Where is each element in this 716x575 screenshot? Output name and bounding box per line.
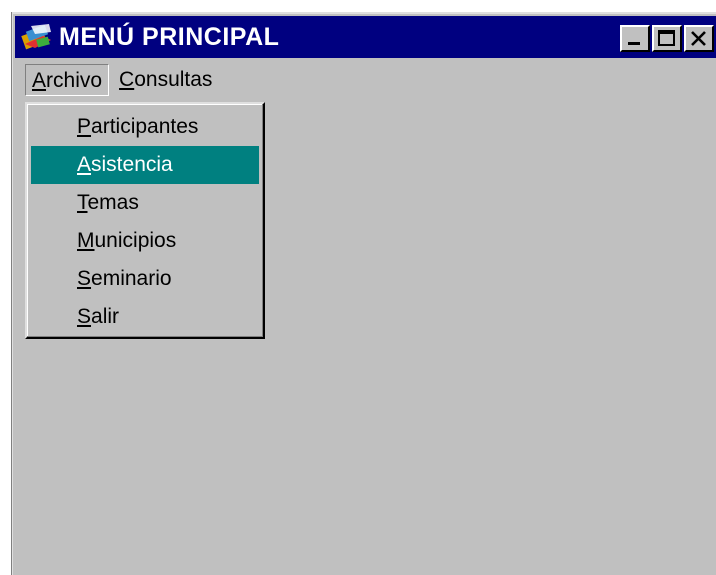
menu-item-label: alir (91, 305, 120, 328)
minimize-button[interactable] (620, 25, 650, 52)
menu-bar: Archivo Consultas (25, 60, 222, 100)
menu-item-accel: P (77, 115, 92, 138)
menu-item-label: eminario (91, 267, 172, 290)
maximize-icon (658, 30, 675, 46)
minimize-icon (628, 42, 640, 45)
title-bar[interactable]: MENÚ PRINCIPAL (15, 16, 716, 58)
menu-item-accel: S (77, 267, 92, 290)
close-icon (691, 31, 706, 46)
menu-item-label: emas (87, 191, 139, 214)
menu-item-accel: A (77, 153, 92, 176)
maximize-button[interactable] (652, 25, 682, 52)
menu-item-label: articipantes (91, 115, 199, 138)
menu-item-municipios[interactable]: Municipios (31, 222, 259, 260)
window-title: MENÚ PRINCIPAL (59, 22, 280, 51)
menu-item-accel: M (77, 229, 95, 252)
menu-consultas[interactable]: Consultas (113, 64, 218, 96)
title-buttons (620, 25, 714, 52)
menu-item-participantes[interactable]: Participantes (31, 108, 259, 146)
close-button[interactable] (684, 25, 714, 52)
menu-archivo[interactable]: Archivo (25, 64, 110, 96)
menu-item-seminario[interactable]: Seminario (31, 260, 259, 298)
archivo-dropdown: Participantes Asistencia Temas Municipio… (25, 102, 265, 339)
menu-consultas-accel: C (119, 68, 135, 91)
menu-consultas-label: onsultas (134, 68, 213, 91)
menu-item-label: unicipios (94, 229, 177, 252)
menu-item-accel: T (77, 191, 88, 214)
menu-item-asistencia[interactable]: Asistencia (31, 146, 259, 184)
menu-item-salir[interactable]: Salir (31, 298, 259, 336)
menu-archivo-label: rchivo (46, 69, 103, 92)
app-logo-icon[interactable] (21, 22, 55, 52)
menu-item-accel: S (77, 305, 92, 328)
menu-item-temas[interactable]: Temas (31, 184, 259, 222)
menu-archivo-accel: A (32, 69, 47, 92)
menu-item-label: sistencia (91, 153, 173, 176)
